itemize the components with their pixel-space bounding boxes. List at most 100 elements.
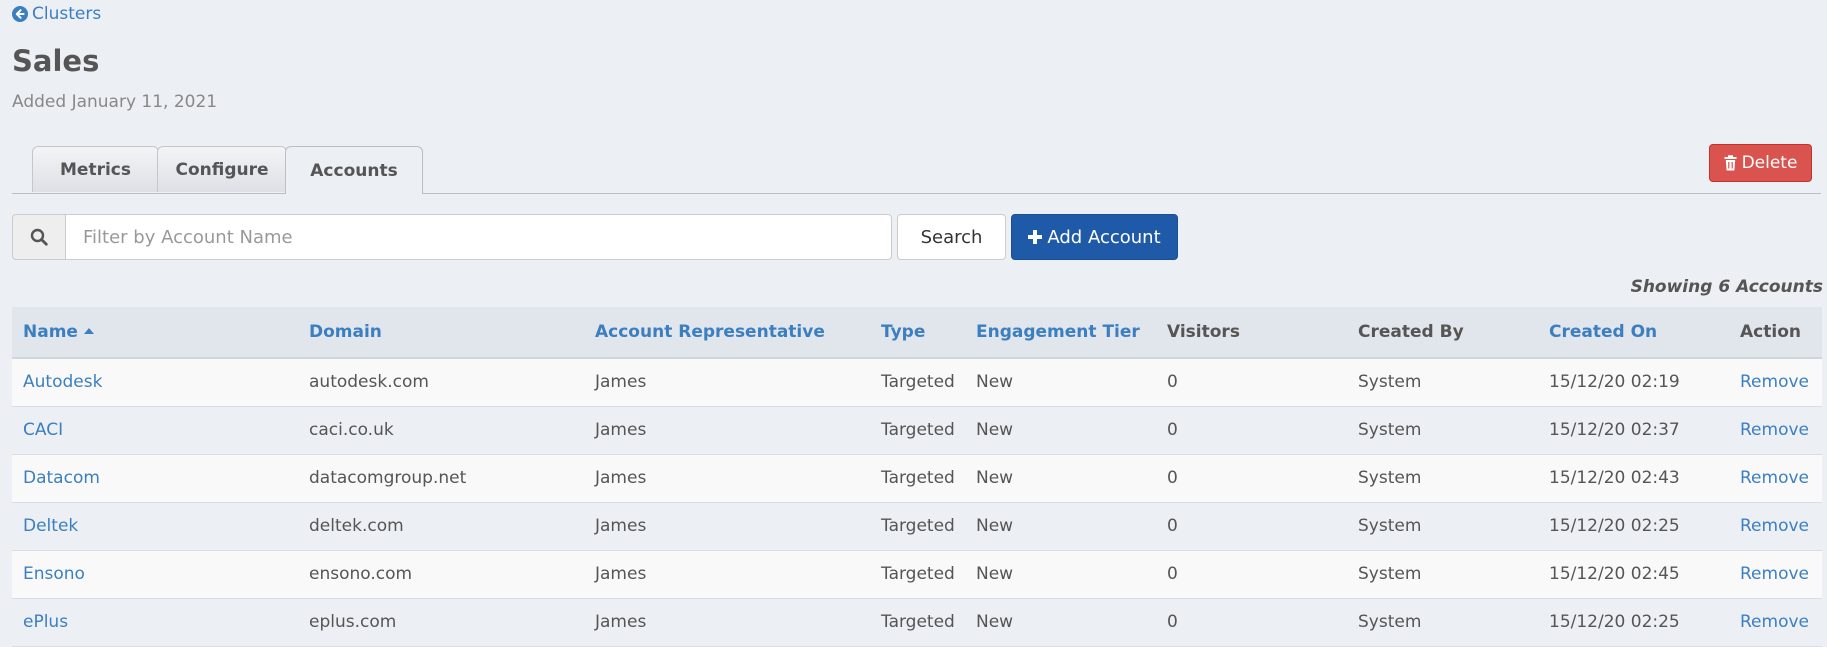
plus-icon	[1028, 230, 1043, 244]
remove-link[interactable]: Remove	[1740, 372, 1809, 392]
column-header-name-label: Name	[23, 322, 78, 342]
account-domain: deltek.com	[309, 516, 404, 536]
table-cell: Targeted	[870, 454, 965, 503]
table-cell: System	[1347, 550, 1538, 599]
table-cell: James	[584, 598, 870, 647]
table-cell: datacomgroup.net	[298, 454, 584, 503]
remove-link[interactable]: Remove	[1740, 420, 1809, 440]
search-button[interactable]: Search	[897, 214, 1006, 260]
tab-metrics[interactable]: Metrics	[32, 146, 159, 192]
table-cell: 15/12/20 02:25	[1538, 598, 1729, 647]
table-row: Ensono ensono.com James Targeted New 0 System 1…	[12, 550, 1822, 599]
created-by: System	[1358, 564, 1422, 584]
account-name-link[interactable]: Deltek	[23, 516, 78, 536]
remove-link[interactable]: Remove	[1740, 468, 1809, 488]
account-type: Targeted	[881, 564, 955, 584]
table-cell: James	[584, 358, 870, 407]
table-cell: New	[965, 598, 1156, 647]
delete-button[interactable]: Delete	[1709, 144, 1812, 182]
table-cell: Ensono	[12, 550, 298, 599]
accounts-table: Name Domain Account Representative Type …	[12, 307, 1822, 647]
created-on: 15/12/20 02:43	[1549, 468, 1680, 488]
account-name-link[interactable]: ePlus	[23, 612, 68, 632]
engagement-tier: New	[976, 612, 1014, 632]
column-header-domain[interactable]: Domain	[298, 307, 584, 359]
engagement-tier: New	[976, 420, 1014, 440]
table-cell: CACI	[12, 406, 298, 455]
account-name-link[interactable]: Ensono	[23, 564, 85, 584]
column-header-type[interactable]: Type	[870, 307, 965, 359]
accounts-count: Showing 6 Accounts	[1630, 277, 1823, 297]
created-on: 15/12/20 02:45	[1549, 564, 1680, 584]
table-cell: New	[965, 358, 1156, 407]
search-input[interactable]	[66, 214, 892, 260]
table-cell: Targeted	[870, 502, 965, 551]
page-title: Sales	[12, 44, 100, 78]
remove-link[interactable]: Remove	[1740, 516, 1809, 536]
account-representative: James	[595, 468, 647, 488]
account-representative: James	[595, 420, 647, 440]
account-name-link[interactable]: CACI	[23, 420, 63, 440]
created-by: System	[1358, 516, 1422, 536]
account-representative: James	[595, 612, 647, 632]
visitor-count: 0	[1167, 372, 1178, 393]
account-name-link[interactable]: Datacom	[23, 468, 100, 488]
account-type: Targeted	[881, 612, 955, 632]
column-header-account-representative[interactable]: Account Representative	[584, 307, 870, 359]
table-cell: James	[584, 454, 870, 503]
visitor-count: 0	[1167, 420, 1178, 440]
table-cell: New	[965, 502, 1156, 551]
table-cell: Datacom	[12, 454, 298, 503]
column-header-created-by: Created By	[1347, 307, 1538, 359]
account-domain: caci.co.uk	[309, 420, 394, 440]
visitor-count: 0	[1167, 564, 1178, 584]
visitor-count: 0	[1167, 612, 1178, 632]
table-cell: 0	[1156, 358, 1347, 407]
column-header-name[interactable]: Name	[12, 307, 298, 359]
created-on: 15/12/20 02:25	[1549, 612, 1680, 632]
table-cell: New	[965, 454, 1156, 503]
account-type: Targeted	[881, 468, 955, 488]
table-cell: System	[1347, 454, 1538, 503]
table-cell: 0	[1156, 598, 1347, 647]
visitor-count: 0	[1167, 468, 1178, 488]
tab-configure[interactable]: Configure	[157, 146, 287, 192]
tab-accounts[interactable]: Accounts	[285, 146, 423, 194]
created-on: 15/12/20 02:37	[1549, 420, 1680, 440]
table-cell: 15/12/20 02:19	[1538, 358, 1729, 407]
sort-ascending-icon	[83, 328, 94, 334]
table-cell: Targeted	[870, 406, 965, 455]
remove-link[interactable]: Remove	[1740, 564, 1809, 584]
arrow-circle-left-icon	[12, 6, 28, 22]
table-cell: eplus.com	[298, 598, 584, 647]
tab-configure-label: Configure	[175, 159, 269, 180]
account-representative: James	[595, 516, 647, 536]
account-name-link[interactable]: Autodesk	[23, 372, 102, 392]
table-cell: Remove	[1729, 406, 1822, 455]
back-to-clusters-link[interactable]: Clusters	[12, 4, 101, 24]
table-cell: System	[1347, 598, 1538, 647]
account-representative: James	[595, 372, 647, 393]
table-cell: Remove	[1729, 358, 1822, 407]
page-subtitle: Added January 11, 2021	[12, 92, 218, 112]
table-header-row: Name Domain Account Representative Type …	[12, 307, 1822, 359]
table-cell: deltek.com	[298, 502, 584, 551]
table-cell: Remove	[1729, 454, 1822, 503]
table-cell: New	[965, 550, 1156, 599]
created-on: 15/12/20 02:19	[1549, 372, 1680, 393]
column-header-engagement-tier[interactable]: Engagement Tier	[965, 307, 1156, 359]
created-by: System	[1358, 612, 1422, 632]
table-row: Deltek deltek.com James Targeted New 0 System 1…	[12, 502, 1822, 551]
add-account-button[interactable]: Add Account	[1011, 214, 1178, 260]
tab-bar: Metrics Configure Accounts	[12, 146, 1821, 194]
tab-accounts-label: Accounts	[310, 160, 398, 181]
engagement-tier: New	[976, 468, 1014, 488]
table-cell: autodesk.com	[298, 358, 584, 407]
table-cell: 15/12/20 02:25	[1538, 502, 1729, 551]
column-header-created-on[interactable]: Created On	[1538, 307, 1729, 359]
engagement-tier: New	[976, 516, 1014, 536]
table-cell: 0	[1156, 550, 1347, 599]
remove-link[interactable]: Remove	[1740, 612, 1809, 632]
back-link-label: Clusters	[32, 4, 102, 24]
table-cell: System	[1347, 358, 1538, 407]
